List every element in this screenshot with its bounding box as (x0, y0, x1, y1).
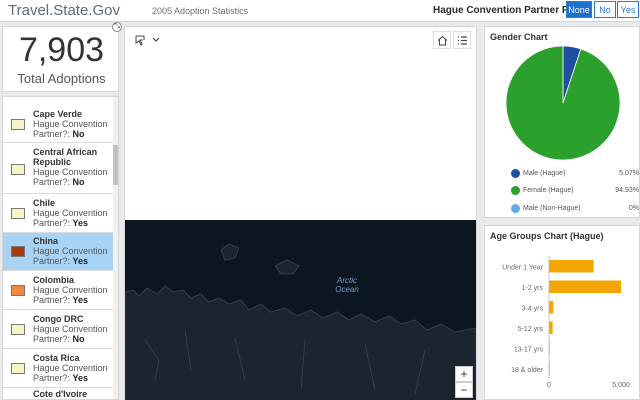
category-label: 13-17 yrs (514, 346, 544, 353)
age-bar[interactable] (549, 301, 554, 314)
list-item[interactable]: Cape Verde Hague Convention Partner?: No (3, 105, 115, 143)
filter-none-button[interactable]: None (566, 1, 592, 18)
legend-swatch (511, 186, 520, 195)
legend-female-hague[interactable]: Female (Hague) 94.93% (511, 185, 639, 197)
country-name: Chile (33, 198, 56, 208)
map-landmass (125, 243, 476, 400)
list-item-partial (3, 96, 115, 97)
app-subtitle: 2005 Adoption Statistics (152, 6, 249, 16)
x-tick-label: 5,000 (612, 382, 630, 389)
list-item[interactable]: Congo DRC Hague Convention Partner?: No (3, 311, 115, 349)
category-label: Under 1 Year (502, 264, 544, 271)
age-chart-title: Age Groups Chart (Hague) (490, 231, 604, 241)
category-label: 5-12 yrs (518, 326, 544, 333)
legend-swatch (511, 204, 520, 213)
map-label-arctic-ocean: Arctic Ocean (335, 276, 359, 294)
list-item[interactable]: Costa Rica Hague Convention Partner?: Ye… (3, 350, 115, 388)
legend-label: Male (Hague) (523, 170, 566, 177)
list-item[interactable]: Cote d'Ivoire (3, 389, 115, 399)
country-swatch (11, 363, 25, 374)
map-canvas[interactable]: Arctic Ocean + − (125, 220, 476, 400)
app-header: Travel.State.Gov 2005 Adoption Statistic… (0, 0, 640, 22)
age-bar[interactable] (549, 321, 553, 335)
hague-filter-label: Hague Convention Partner Filter (433, 5, 587, 16)
total-adoptions-value: 7,903 (18, 31, 105, 69)
app-title: Travel.State.Gov (8, 2, 120, 19)
gender-pie-chart[interactable] (485, 43, 640, 163)
country-name: Congo DRC (33, 314, 84, 324)
country-swatch (11, 208, 25, 219)
age-bar[interactable] (549, 260, 594, 273)
legend-label: Female (Hague) (523, 187, 574, 194)
map-panel[interactable]: Arctic Ocean + − (124, 26, 477, 400)
country-detail: Hague Convention Partner?: Yes (33, 363, 108, 383)
country-detail: Hague Convention Partner?: No (33, 324, 108, 344)
x-tick-label: 0 (547, 382, 551, 389)
country-swatch (11, 119, 25, 130)
age-bar-chart[interactable]: Under 1 Year 1-2 yrs 3-4 yrs 5-12 yrs 13-17 … (485, 244, 640, 400)
country-name: Central African Republic (33, 147, 98, 167)
legend-value: 94.93% (615, 187, 639, 194)
list-icon[interactable] (453, 31, 471, 49)
legend-value: 0% (628, 205, 639, 212)
total-adoptions-card: 7,903 Total Adoptions (2, 26, 119, 92)
legend-value: 5.07% (619, 170, 639, 177)
country-detail: Hague Convention Partner?: No (33, 119, 108, 139)
age-bar[interactable] (549, 280, 621, 294)
scrollbar-thumb[interactable] (113, 145, 118, 185)
list-scrollbar[interactable] (113, 97, 118, 399)
category-label: 18 & older (511, 367, 544, 374)
country-name: Costa Rica (33, 353, 80, 363)
map-label-line1: Arctic (337, 276, 357, 285)
legend-male-hague[interactable]: Male (Hague) 5.07% (511, 168, 639, 180)
gender-chart-panel: Gender Chart Male (Hague) 5.07% Female (… (484, 26, 640, 218)
category-label: 3-4 yrs (522, 305, 544, 312)
country-name: Cote d'Ivoire (33, 389, 88, 399)
category-label: 1-2 yrs (522, 285, 544, 292)
country-swatch (11, 164, 25, 175)
zoom-in-button[interactable]: + (455, 366, 473, 382)
filter-no-button[interactable]: No (594, 1, 616, 18)
list-item-selected[interactable]: China Hague Convention Partner?: Yes (3, 233, 115, 271)
gender-chart-title: Gender Chart (490, 32, 548, 42)
age-chart-panel: Age Groups Chart (Hague) Under 1 Year 1-2… (484, 225, 640, 400)
country-name: Cape Verde (33, 109, 83, 119)
country-detail: Hague Convention Partner?: No (33, 167, 108, 187)
expand-icon[interactable]: ⤡ (112, 22, 122, 32)
filter-yes-button[interactable]: Yes (617, 1, 639, 18)
legend-label: Male (Non-Hague) (523, 205, 581, 212)
list-item[interactable]: Central African Republic Hague Conventio… (3, 144, 115, 194)
list-item[interactable]: Chile Hague Convention Partner?: Yes (3, 195, 115, 233)
country-swatch (11, 246, 25, 257)
country-swatch (11, 324, 25, 335)
zoom-out-button[interactable]: − (455, 382, 473, 398)
list-item[interactable]: Colombia Hague Convention Partner?: Yes (3, 272, 115, 310)
country-name: China (33, 236, 59, 246)
country-detail: Hague Convention Partner?: Yes (33, 208, 108, 228)
pie-slice-female-hague[interactable] (505, 45, 621, 161)
legend-swatch (511, 169, 520, 178)
total-adoptions-label: Total Adoptions (17, 71, 106, 86)
home-icon[interactable] (433, 31, 451, 49)
country-swatch (11, 285, 25, 296)
legend-male-non-hague[interactable]: Male (Non-Hague) 0% (511, 203, 639, 215)
country-list[interactable]: Cape Verde Hague Convention Partner?: No… (2, 96, 119, 400)
map-label-line2: Ocean (335, 285, 359, 294)
country-name: Colombia (33, 275, 75, 285)
country-detail: Hague Convention Partner?: Yes (33, 246, 108, 266)
chevron-down-icon[interactable] (149, 31, 163, 49)
select-icon[interactable] (131, 31, 149, 49)
country-detail: Hague Convention Partner?: Yes (33, 285, 108, 305)
